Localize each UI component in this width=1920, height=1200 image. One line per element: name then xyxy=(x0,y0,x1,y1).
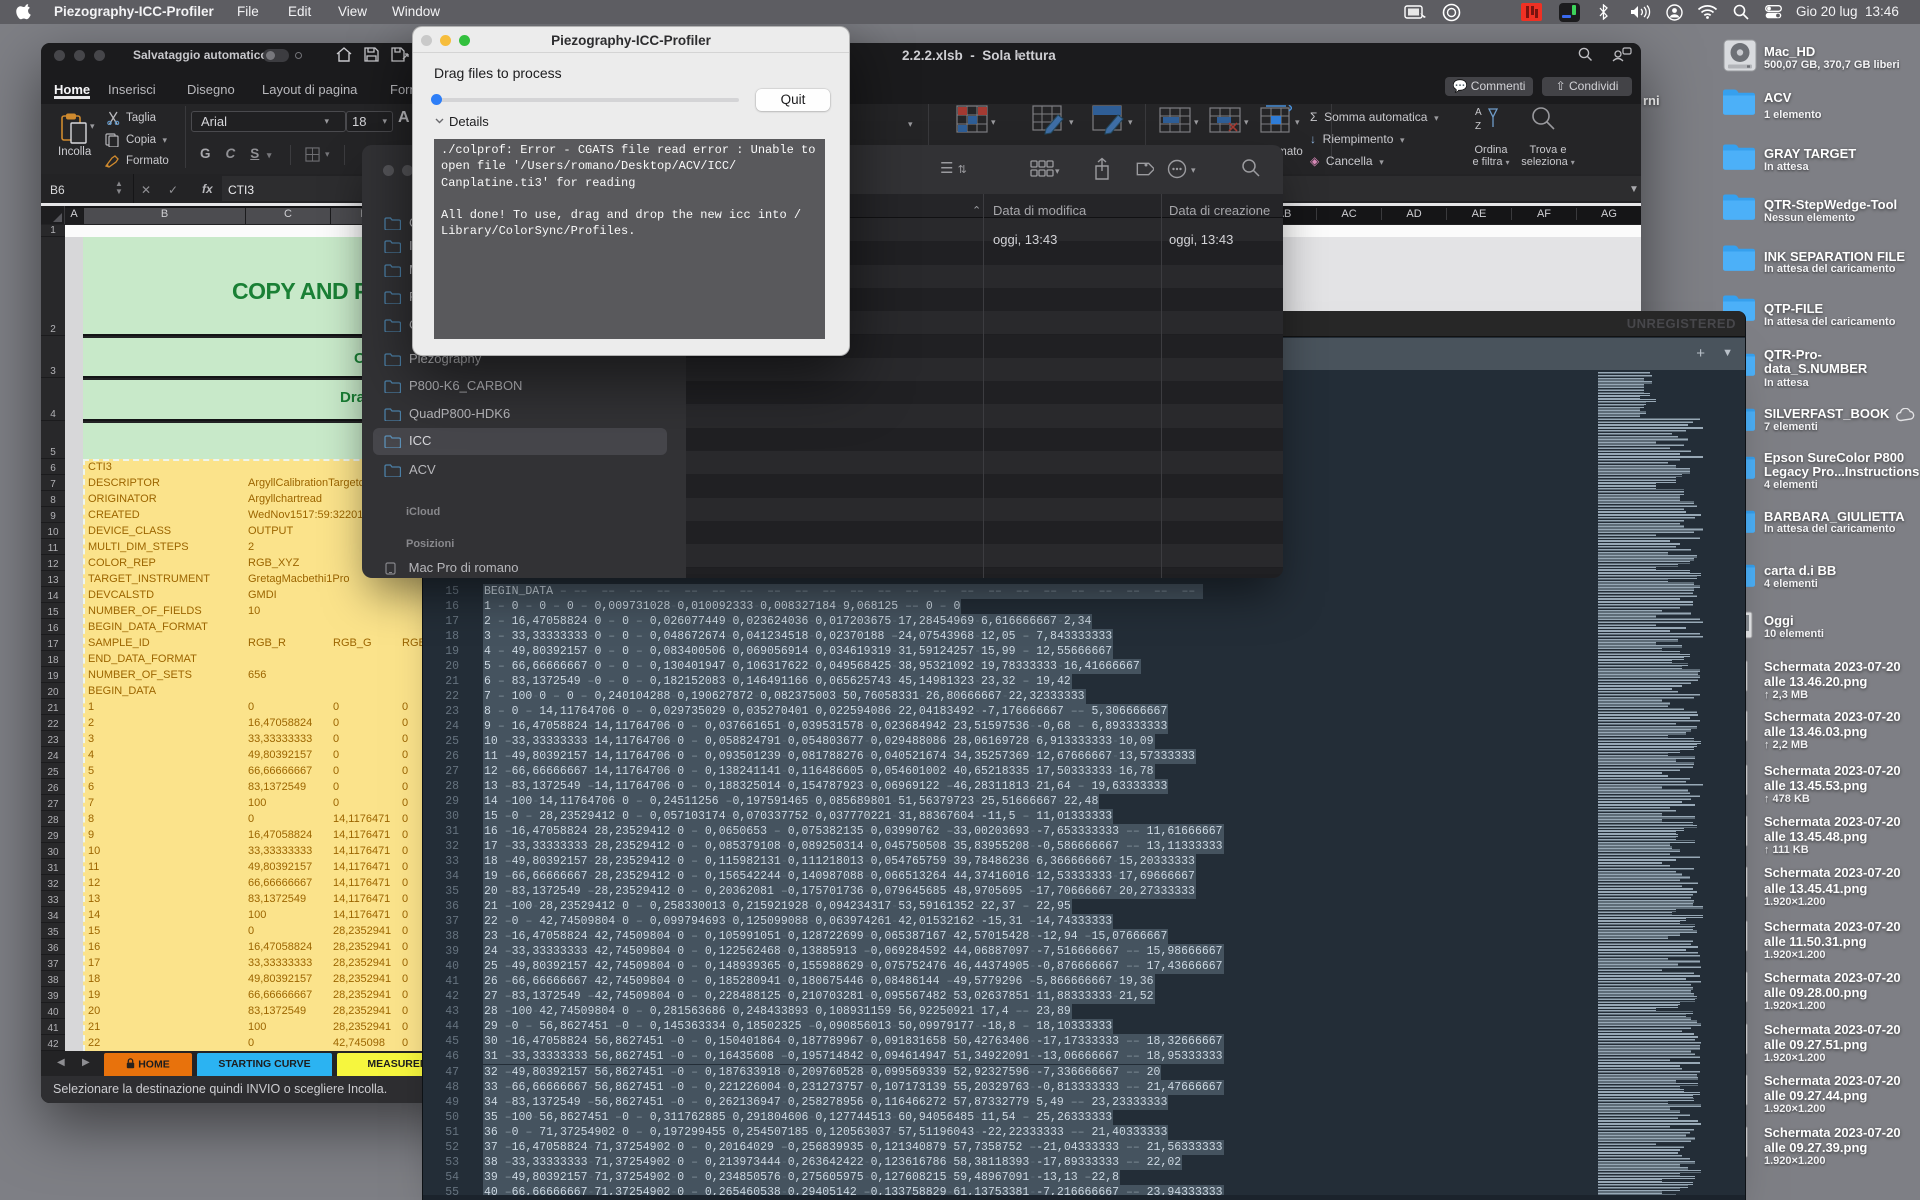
svg-text:▾: ▾ xyxy=(1191,165,1196,175)
svg-text:▾: ▾ xyxy=(1055,166,1060,176)
svg-text:Z: Z xyxy=(1475,121,1481,131)
svg-text:A: A xyxy=(1475,107,1482,118)
